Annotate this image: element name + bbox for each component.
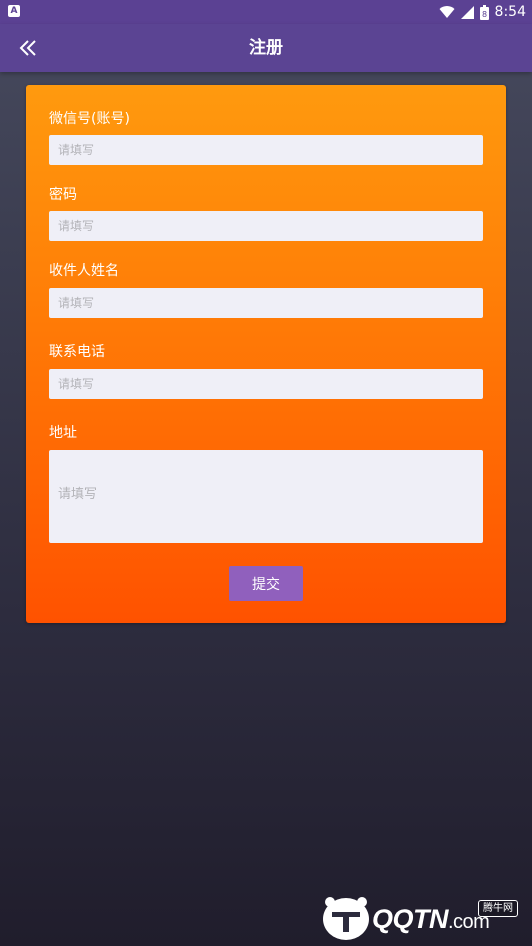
wifi-icon bbox=[439, 6, 455, 19]
battery-level: 8 bbox=[482, 10, 487, 19]
qqtn-logo-icon bbox=[323, 897, 369, 940]
address-label: 地址 bbox=[49, 425, 77, 441]
back-button[interactable] bbox=[12, 32, 44, 64]
phone-label: 联系电话 bbox=[49, 344, 105, 360]
watermark-badge: 腾牛网 bbox=[478, 900, 518, 917]
address-textarea[interactable] bbox=[49, 450, 483, 543]
battery-icon: 8 bbox=[479, 4, 489, 20]
phone-input[interactable] bbox=[49, 369, 483, 399]
watermark: QQTN.com 腾牛网 bbox=[320, 890, 526, 942]
submit-button[interactable]: 提交 bbox=[229, 566, 303, 601]
watermark-brand: QQTN.com bbox=[372, 904, 490, 934]
register-form-card: 微信号(账号) 密码 收件人姓名 联系电话 地址 提交 bbox=[26, 85, 506, 623]
status-time: 8:54 bbox=[494, 4, 526, 20]
wechat-id-input[interactable] bbox=[49, 135, 483, 165]
wechat-id-label: 微信号(账号) bbox=[49, 111, 130, 127]
password-label: 密码 bbox=[49, 187, 77, 203]
status-bar: A 8 8:54 bbox=[0, 0, 532, 24]
signal-icon bbox=[460, 5, 474, 19]
status-icons: 8 8:54 bbox=[439, 2, 526, 22]
recipient-name-label: 收件人姓名 bbox=[49, 263, 119, 279]
app-notification-icon: A bbox=[8, 5, 20, 17]
recipient-name-input[interactable] bbox=[49, 288, 483, 318]
page-title: 注册 bbox=[249, 38, 283, 58]
password-input[interactable] bbox=[49, 211, 483, 241]
app-bar: 注册 bbox=[0, 24, 532, 72]
double-chevron-left-icon bbox=[19, 40, 36, 56]
